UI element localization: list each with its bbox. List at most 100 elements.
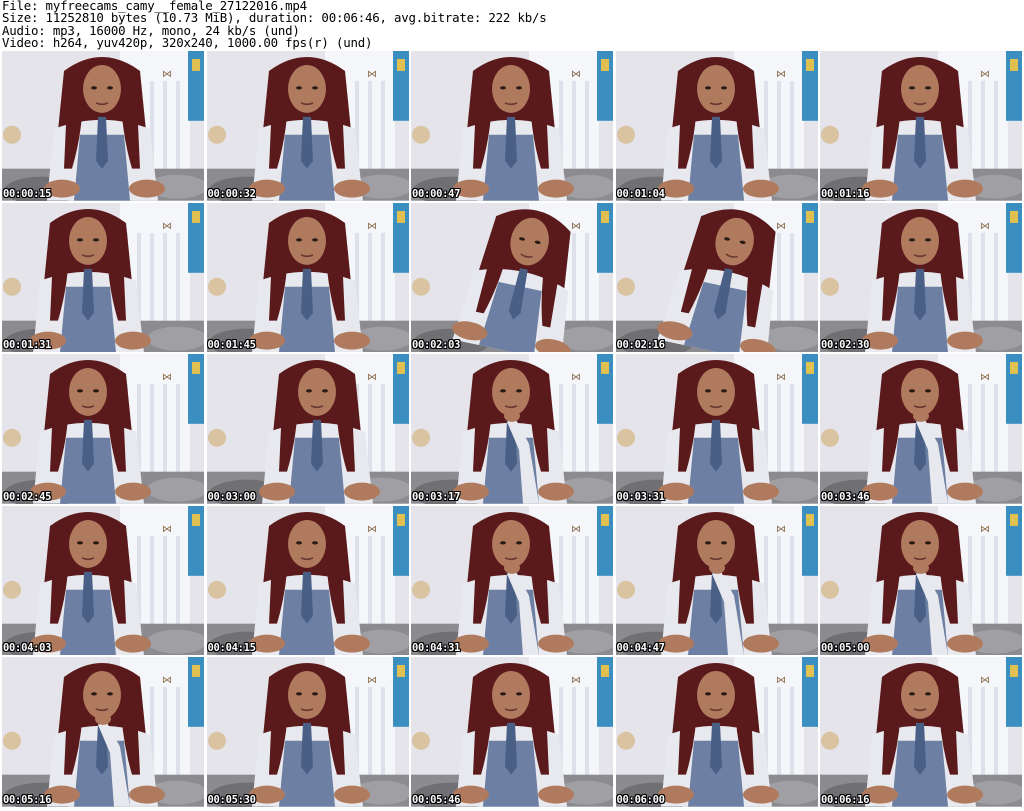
file-info-header: File: myfreecams_camy__female_27122016.m… [0,0,1024,50]
svg-text:⋈: ⋈ [980,675,990,686]
video-thumbnail[interactable]: ⋈ 00:03:31 [615,354,818,504]
thumbnail-timestamp: 00:02:45 [3,490,52,503]
svg-text:⋈: ⋈ [162,372,172,383]
thumbnail-frame-image: ⋈ [206,505,409,656]
thumbnail-frame-image: ⋈ [2,51,204,201]
thumbnail-timestamp: 00:04:03 [3,642,52,655]
video-thumbnail[interactable]: ⋈ 00:02:03 [411,202,613,353]
thumbnail-timestamp: 00:03:31 [616,490,665,503]
thumbnail-frame-image: ⋈ [820,505,1022,656]
thumbnail-frame-image: ⋈ [206,51,409,201]
thumbnail-timestamp: 00:04:31 [412,642,461,655]
svg-text:⋈: ⋈ [367,372,377,383]
thumbnail-frame-image: ⋈ [820,51,1022,201]
thumbnail-frame-image: ⋈ [820,354,1022,504]
video-thumbnail[interactable]: ⋈ 00:03:17 [411,354,613,504]
thumbnail-timestamp: 00:03:17 [412,490,461,503]
thumbnail-frame-image: ⋈ [615,657,818,807]
video-info-line: Video: h264, yuv420p, 320x240, 1000.00 f… [2,35,373,51]
svg-text:⋈: ⋈ [162,675,172,686]
svg-text:⋈: ⋈ [980,372,990,383]
thumbnail-timestamp: 00:03:46 [821,490,870,503]
thumbnail-frame-image: ⋈ [2,202,204,353]
thumbnail-frame-image: ⋈ [411,354,613,504]
svg-text:⋈: ⋈ [367,221,377,232]
thumbnail-timestamp: 00:01:31 [3,339,52,352]
thumbnail-timestamp: 00:02:03 [412,339,461,352]
thumbnail-timestamp: 00:00:32 [207,187,256,200]
thumbnail-timestamp: 00:00:15 [3,187,52,200]
thumbnail-timestamp: 00:03:00 [207,490,256,503]
svg-text:⋈: ⋈ [980,221,990,232]
thumbnail-frame-image: ⋈ [615,51,818,201]
video-thumbnail[interactable]: ⋈ 00:05:00 [820,505,1022,656]
svg-text:⋈: ⋈ [162,221,172,232]
video-thumbnail[interactable]: ⋈ 00:01:45 [206,202,409,353]
svg-text:⋈: ⋈ [776,524,786,535]
svg-text:⋈: ⋈ [367,524,377,535]
svg-text:⋈: ⋈ [162,69,172,80]
thumbnail-frame-image: ⋈ [2,354,204,504]
thumbnail-timestamp: 00:01:04 [616,187,665,200]
thumbnail-timestamp: 00:02:30 [821,339,870,352]
svg-text:⋈: ⋈ [571,372,581,383]
video-thumbnail[interactable]: ⋈ 00:04:47 [615,505,818,656]
svg-text:⋈: ⋈ [571,675,581,686]
thumbnail-frame-image: ⋈ [206,202,409,353]
thumbnail-grid: ⋈ 00:00:15 ⋈ 00:00:32 ⋈ 00:00:47 ⋈ 00:01:04 ⋈ 00:… [2,51,1022,809]
thumbnail-timestamp: 00:06:16 [821,793,870,806]
video-thumbnail[interactable]: ⋈ 00:04:15 [206,505,409,656]
thumbnail-frame-image: ⋈ [2,505,204,656]
svg-text:⋈: ⋈ [776,372,786,383]
svg-text:⋈: ⋈ [980,524,990,535]
thumbnail-timestamp: 00:04:47 [616,642,665,655]
thumbnail-frame-image: ⋈ [411,657,613,807]
thumbnail-timestamp: 00:05:16 [3,793,52,806]
svg-text:⋈: ⋈ [776,675,786,686]
svg-text:⋈: ⋈ [571,69,581,80]
video-thumbnail[interactable]: ⋈ 00:06:16 [820,657,1022,807]
svg-text:⋈: ⋈ [162,524,172,535]
thumbnail-frame-image: ⋈ [615,202,818,353]
thumbnail-timestamp: 00:02:16 [616,339,665,352]
svg-text:⋈: ⋈ [980,69,990,80]
thumbnail-frame-image: ⋈ [615,505,818,656]
thumbnail-frame-image: ⋈ [206,354,409,504]
thumbnail-timestamp: 00:05:00 [821,642,870,655]
video-thumbnail[interactable]: ⋈ 00:05:46 [411,657,613,807]
thumbnail-frame-image: ⋈ [411,51,613,201]
video-thumbnail[interactable]: ⋈ 00:03:00 [206,354,409,504]
thumbnail-timestamp: 00:06:00 [616,793,665,806]
thumbnail-frame-image: ⋈ [820,202,1022,353]
video-thumbnail[interactable]: ⋈ 00:03:46 [820,354,1022,504]
video-thumbnail[interactable]: ⋈ 00:00:15 [2,51,204,201]
video-thumbnail[interactable]: ⋈ 00:01:04 [615,51,818,201]
thumbnail-frame-image: ⋈ [411,505,613,656]
thumbnail-frame-image: ⋈ [820,657,1022,807]
thumbnail-timestamp: 00:01:45 [207,339,256,352]
svg-text:⋈: ⋈ [776,69,786,80]
video-thumbnail[interactable]: ⋈ 00:04:03 [2,505,204,656]
svg-text:⋈: ⋈ [571,524,581,535]
svg-text:⋈: ⋈ [776,221,786,232]
video-thumbnail[interactable]: ⋈ 00:00:47 [411,51,613,201]
video-thumbnail[interactable]: ⋈ 00:01:16 [820,51,1022,201]
thumbnail-timestamp: 00:05:30 [207,793,256,806]
thumbnail-frame-image: ⋈ [206,657,409,807]
thumbnail-timestamp: 00:05:46 [412,793,461,806]
svg-text:⋈: ⋈ [367,69,377,80]
video-thumbnail[interactable]: ⋈ 00:04:31 [411,505,613,656]
video-thumbnail[interactable]: ⋈ 00:01:31 [2,202,204,353]
video-thumbnail[interactable]: ⋈ 00:05:16 [2,657,204,807]
video-thumbnail[interactable]: ⋈ 00:06:00 [615,657,818,807]
video-thumbnail[interactable]: ⋈ 00:00:32 [206,51,409,201]
thumbnail-timestamp: 00:04:15 [207,642,256,655]
svg-text:⋈: ⋈ [367,675,377,686]
video-thumbnail[interactable]: ⋈ 00:02:16 [615,202,818,353]
thumbnail-frame-image: ⋈ [411,202,613,353]
video-thumbnail[interactable]: ⋈ 00:05:30 [206,657,409,807]
video-thumbnail[interactable]: ⋈ 00:02:30 [820,202,1022,353]
video-thumbnail[interactable]: ⋈ 00:02:45 [2,354,204,504]
thumbnail-frame-image: ⋈ [2,657,204,807]
thumbnail-timestamp: 00:01:16 [821,187,870,200]
